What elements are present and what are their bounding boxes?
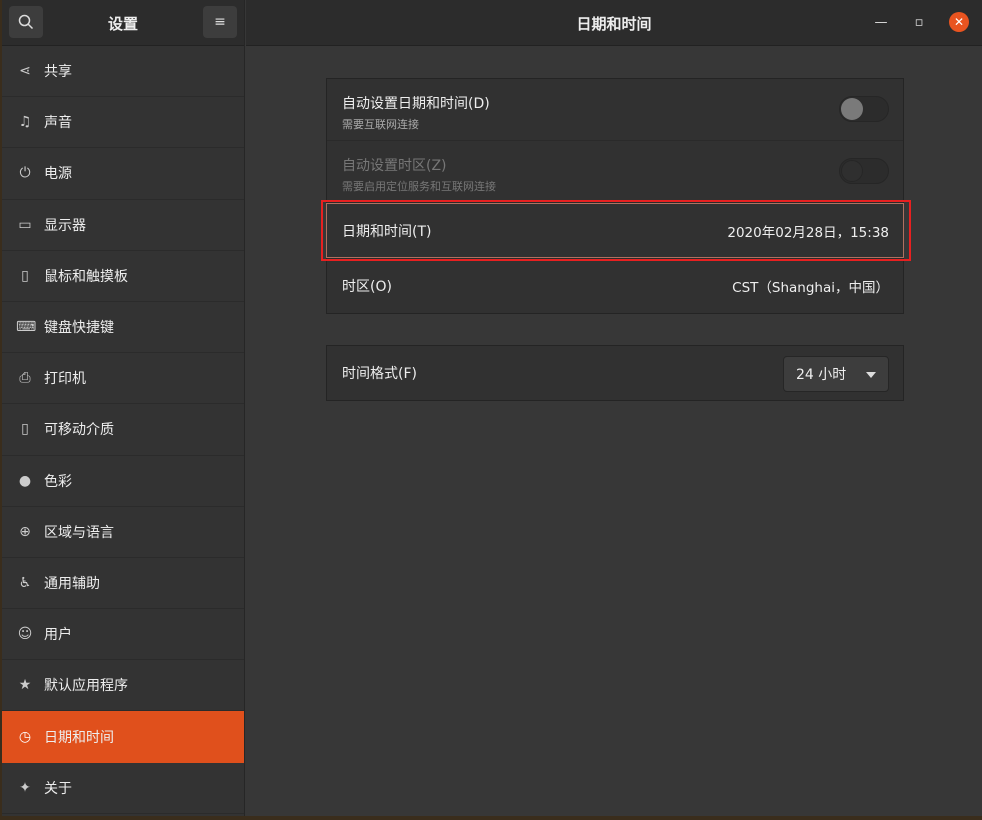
color-icon: ●: [18, 472, 32, 489]
main-content: 日期和时间 — ▫ ✕ 自动设置日期和时间(D) 需要互联网连接 自动设置时区(…: [246, 0, 982, 816]
accessibility-icon: ♿: [18, 574, 32, 591]
sidebar-item-label: 色彩: [44, 473, 72, 490]
sidebar-item-11[interactable]: ☺ 用户: [2, 609, 244, 661]
minimize-button[interactable]: —: [871, 12, 891, 32]
auto-timezone-row: 自动设置时区(Z) 需要启用定位服务和互联网连接: [327, 141, 903, 203]
settings-window: 设置 ≡ ⋖ 共享 ♫ 声音 ⏻ 电源 ▭ 显示器 ▯ 鼠标和触摸板 ⌨ 键盘快捷键 ⎙ 打印机 ▯ 可移动介…: [2, 0, 982, 816]
auto-datetime-sub: 需要互联网连接: [342, 118, 419, 131]
minimize-icon: —: [874, 14, 888, 30]
maximize-icon: ▫: [914, 14, 924, 30]
sidebar-item-3[interactable]: ▭ 显示器: [2, 200, 244, 251]
sidebar-item-label: 日期和时间: [44, 729, 114, 746]
sidebar-item-0[interactable]: ⋖ 共享: [2, 46, 244, 98]
share-icon: ⋖: [19, 63, 31, 80]
sidebar-item-label: 声音: [44, 115, 72, 132]
auto-datetime-row[interactable]: 自动设置日期和时间(D) 需要互联网连接: [327, 79, 903, 141]
sidebar-item-14[interactable]: ✦ 关于: [2, 763, 244, 814]
sidebar-item-8[interactable]: ● 色彩: [2, 456, 244, 507]
auto-datetime-switch[interactable]: [839, 96, 889, 122]
sidebar-item-label: 共享: [44, 64, 72, 81]
time-format-value: 24 小时: [796, 367, 847, 383]
sidebar-item-label: 鼠标和触摸板: [44, 268, 128, 285]
datetime-row[interactable]: 日期和时间(T) 2020年02月28日，15:38: [321, 200, 911, 261]
sidebar-item-label: 打印机: [44, 371, 86, 388]
time-format-label: 时间格式(F): [342, 366, 417, 382]
sidebar-item-1[interactable]: ♫ 声音: [2, 97, 244, 149]
keyboard-icon: ⌨: [16, 319, 37, 336]
sparkle-icon: ✦: [19, 779, 31, 796]
sidebar-header: 设置 ≡: [2, 0, 244, 46]
star-icon: ★: [18, 677, 32, 694]
auto-timezone-label: 自动设置时区(Z): [342, 158, 447, 174]
sidebar-item-label: 默认应用程序: [44, 678, 128, 695]
sidebar-item-4[interactable]: ▯ 鼠标和触摸板: [2, 251, 244, 302]
auto-datetime-label: 自动设置日期和时间(D): [342, 96, 490, 112]
close-button[interactable]: ✕: [949, 12, 969, 32]
datetime-value: 2020年02月28日，15:38: [727, 224, 889, 241]
sidebar-item-label: 区域与语言: [44, 524, 114, 541]
switch-knob: [841, 98, 863, 120]
time-format-dropdown[interactable]: 24 小时: [783, 356, 889, 392]
format-panel: 时间格式(F) 24 小时: [326, 345, 904, 401]
sidebar-item-label: 可移动介质: [44, 422, 114, 439]
caret-down-icon: [866, 372, 876, 378]
sidebar-item-13[interactable]: ◷ 日期和时间: [2, 711, 244, 763]
sidebar-item-10[interactable]: ♿ 通用辅助: [2, 558, 244, 610]
sidebar-item-2[interactable]: ⏻ 电源: [2, 148, 244, 200]
usb-drive-icon: ▯: [21, 421, 29, 438]
clock-icon: ◷: [18, 728, 32, 745]
printer-icon: ⎙: [19, 370, 31, 387]
sidebar-item-12[interactable]: ★ 默认应用程序: [2, 660, 244, 712]
datetime-label: 日期和时间(T): [342, 223, 432, 240]
timezone-row[interactable]: 时区(O) CST（Shanghai，中国）: [327, 259, 903, 313]
sidebar-item-label: 电源: [44, 166, 72, 183]
user-icon: ☺: [17, 626, 33, 643]
time-format-row: 时间格式(F) 24 小时: [327, 346, 903, 400]
sidebar-item-7[interactable]: ▯ 可移动介质: [2, 404, 244, 456]
mouse-icon: ▯: [21, 267, 29, 284]
sidebar-item-label: 关于: [44, 780, 72, 797]
datetime-panel: 自动设置日期和时间(D) 需要互联网连接 自动设置时区(Z) 需要启用定位服务和…: [321, 78, 911, 314]
globe-icon: ⊕: [19, 523, 31, 540]
auto-timezone-switch[interactable]: [839, 158, 889, 184]
switch-knob: [841, 160, 863, 182]
sidebar-item-5[interactable]: ⌨ 键盘快捷键: [2, 302, 244, 354]
timezone-label: 时区(O): [342, 279, 392, 295]
auto-timezone-sub: 需要启用定位服务和互联网连接: [342, 180, 496, 193]
display-icon: ▭: [18, 216, 32, 233]
sidebar-item-9[interactable]: ⊕ 区域与语言: [2, 507, 244, 558]
maximize-button[interactable]: ▫: [909, 12, 929, 32]
hamburger-icon: ≡: [214, 14, 226, 30]
sidebar: 设置 ≡ ⋖ 共享 ♫ 声音 ⏻ 电源 ▭ 显示器 ▯ 鼠标和触摸板 ⌨ 键盘快捷键 ⎙ 打印机 ▯ 可移动介…: [2, 0, 245, 816]
power-icon: ⏻: [19, 165, 31, 182]
menu-button[interactable]: ≡: [203, 6, 237, 38]
close-icon: ✕: [953, 15, 965, 29]
sidebar-item-label: 用户: [44, 627, 72, 644]
music-note-icon: ♫: [18, 114, 32, 131]
timezone-value: CST（Shanghai，中国）: [732, 280, 889, 296]
header-bar: 日期和时间 — ▫ ✕: [246, 0, 982, 46]
sidebar-item-6[interactable]: ⎙ 打印机: [2, 353, 244, 405]
sidebar-item-label: 显示器: [44, 217, 86, 234]
sidebar-item-label: 通用辅助: [44, 575, 100, 592]
sidebar-item-label: 键盘快捷键: [44, 320, 114, 337]
